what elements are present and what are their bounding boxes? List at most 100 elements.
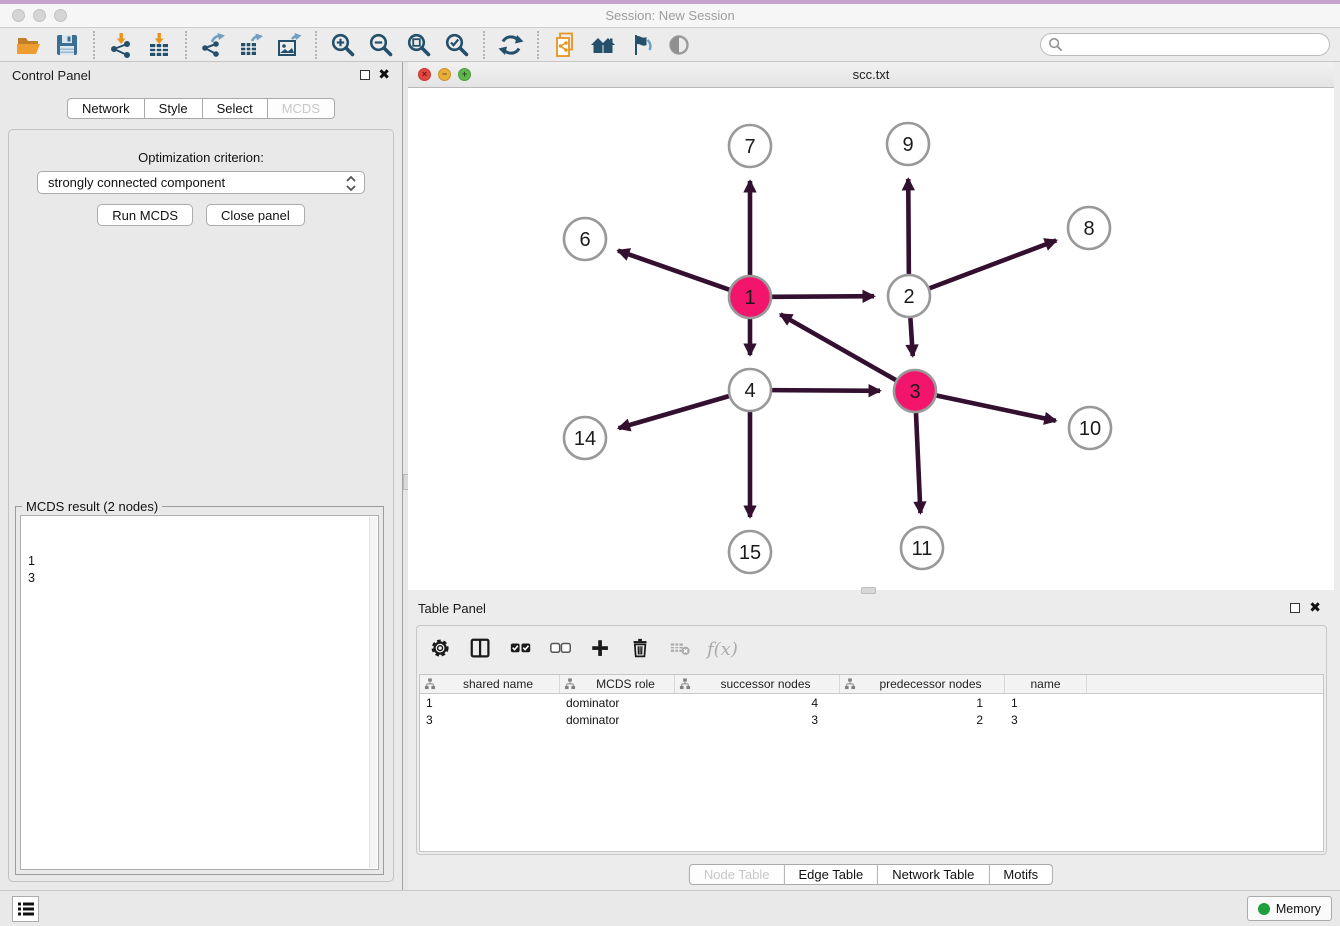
export-table-icon[interactable] [232,30,270,60]
edge-4-14[interactable] [619,396,729,428]
column-header-name[interactable]: name [1005,675,1087,693]
graph-node-2[interactable]: 2 [888,275,930,317]
import-table-icon[interactable] [140,30,178,60]
tab-node-table[interactable]: Node Table [689,864,785,885]
column-header-label: predecessor nodes [861,677,1000,691]
tab-mcds[interactable]: MCDS [268,98,335,119]
status-bar: Memory [0,890,1340,926]
edge-1-2[interactable] [772,296,874,297]
table-close-icon[interactable]: ✖ [1309,600,1321,614]
column-header-predecessor-nodes[interactable]: predecessor nodes [840,675,1005,693]
zoom-out-icon[interactable] [362,30,400,60]
select-all-checkboxes-icon[interactable] [507,635,535,663]
graph-node-1[interactable]: 1 [729,276,771,318]
horizontal-split-grip[interactable] [861,587,876,594]
network-view-window: × − + scc.txt 1234678910111415 [408,62,1334,590]
edge-3-1[interactable] [780,314,895,380]
birds-eye-view-icon[interactable] [660,30,698,60]
zoom-selected-icon[interactable] [438,30,476,60]
graph-node-6[interactable]: 6 [564,218,606,260]
column-hierarchy-icon [679,678,691,690]
mcds-tab-panel: Optimization criterion: strongly connect… [8,129,394,882]
gear-icon[interactable] [427,635,455,663]
graph-node-3[interactable]: 3 [894,370,936,412]
mcds-result-textarea[interactable]: 13 [20,515,379,870]
session-title: Session: New Session [0,8,1340,23]
toolbar-icon-groups [10,30,698,60]
column-header-label: shared name [441,677,555,691]
search-input[interactable] [1040,33,1330,56]
edge-2-9[interactable] [908,179,909,274]
run-mcds-button[interactable]: Run MCDS [97,204,193,226]
edge-3-11[interactable] [916,413,920,513]
edge-4-3[interactable] [772,390,880,391]
column-header-MCDS-role[interactable]: MCDS role [560,675,675,693]
close-panel-icon[interactable]: ✖ [378,67,390,81]
import-network-icon[interactable] [102,30,140,60]
tab-select[interactable]: Select [203,98,268,119]
memory-button[interactable]: Memory [1247,896,1332,921]
memory-label: Memory [1276,902,1321,916]
columns-icon[interactable] [467,635,495,663]
home-icon[interactable] [584,30,622,60]
table-panel-title: Table Panel [418,601,486,616]
edge-2-8[interactable] [930,240,1057,288]
save-session-icon[interactable] [48,30,86,60]
tab-network[interactable]: Network [67,98,145,119]
select-stepper-icon [344,175,358,192]
mcds-result-fieldset: MCDS result (2 nodes) 13 [15,506,384,875]
graph-node-9[interactable]: 9 [887,123,929,165]
toolbar-separator [185,31,187,59]
svg-text:8: 8 [1083,218,1094,240]
mcds-result-line: 3 [28,570,378,587]
tab-motifs[interactable]: Motifs [989,864,1053,885]
zoom-in-icon[interactable] [324,30,362,60]
export-network-icon[interactable] [194,30,232,60]
graph-node-8[interactable]: 8 [1068,207,1110,249]
node-table-body: 1dominator4113dominator323 [420,694,1323,728]
column-header-shared-name[interactable]: shared name [420,675,560,693]
graph-node-15[interactable]: 15 [729,531,771,573]
column-header-successor-nodes[interactable]: successor nodes [675,675,840,693]
task-history-button[interactable] [12,896,39,922]
table-cell: dominator [560,713,675,727]
close-panel-button[interactable]: Close panel [206,204,305,226]
optimization-criterion-select[interactable]: strongly connected component [37,171,365,194]
node-table-card: f(x) shared nameMCDS rolesuccessor nodes… [416,625,1327,855]
tab-network-table[interactable]: Network Table [878,864,989,885]
network-canvas[interactable]: 1 2 3 4 6 7 8 9 10 11 14 15 [408,88,1334,590]
zoom-fit-icon[interactable] [400,30,438,60]
table-row[interactable]: 3dominator323 [420,711,1323,728]
tab-edge-table[interactable]: Edge Table [784,864,878,885]
table-cell: 3 [1005,713,1087,727]
table-float-icon[interactable] [1290,603,1300,613]
network-window-title: scc.txt [408,67,1334,82]
deselect-all-checkboxes-icon[interactable] [547,635,575,663]
edge-1-6[interactable] [618,251,729,290]
graph-node-4[interactable]: 4 [729,369,771,411]
open-session-file-icon[interactable] [546,30,584,60]
table-row[interactable]: 1dominator411 [420,694,1323,711]
graph-node-10[interactable]: 10 [1069,407,1111,449]
mcds-result-scrollbar[interactable] [369,517,377,868]
mcds-result-line: 1 [28,553,378,570]
graph-node-11[interactable]: 11 [901,527,943,569]
search-icon [1048,37,1063,52]
float-panel-icon[interactable] [360,70,370,80]
mcds-buttons-row: Run MCDS Close panel [9,204,393,226]
graph-node-14[interactable]: 14 [564,417,606,459]
delete-row-icon[interactable] [627,635,655,663]
edge-3-10[interactable] [937,396,1056,421]
add-row-icon[interactable] [587,635,615,663]
svg-text:1: 1 [744,287,755,309]
svg-text:7: 7 [744,136,755,158]
edge-2-3[interactable] [910,318,912,356]
hide-graphics-details-icon[interactable] [622,30,660,60]
graph-node-7[interactable]: 7 [729,125,771,167]
svg-text:3: 3 [909,381,920,403]
delete-table-icon[interactable] [667,635,695,663]
tab-style[interactable]: Style [145,98,203,119]
export-image-icon[interactable] [270,30,308,60]
open-file-icon[interactable] [10,30,48,60]
refresh-icon[interactable] [492,30,530,60]
